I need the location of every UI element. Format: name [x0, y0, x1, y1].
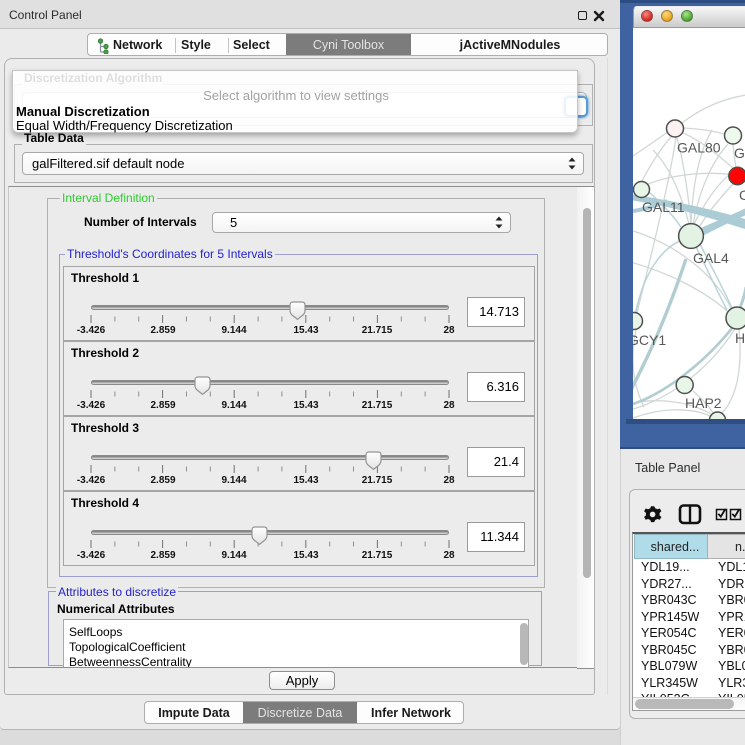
- svg-text:GAL80: GAL80: [677, 140, 721, 156]
- svg-text:GAL11: GAL11: [642, 199, 685, 215]
- svg-text:GCY1: GCY1: [633, 332, 666, 348]
- svg-text:HAP2: HAP2: [685, 395, 722, 411]
- svg-text:GAL4: GAL4: [693, 250, 729, 266]
- svg-text:H: H: [735, 330, 745, 346]
- svg-text:C: C: [739, 187, 745, 203]
- svg-text:G: G: [734, 145, 745, 161]
